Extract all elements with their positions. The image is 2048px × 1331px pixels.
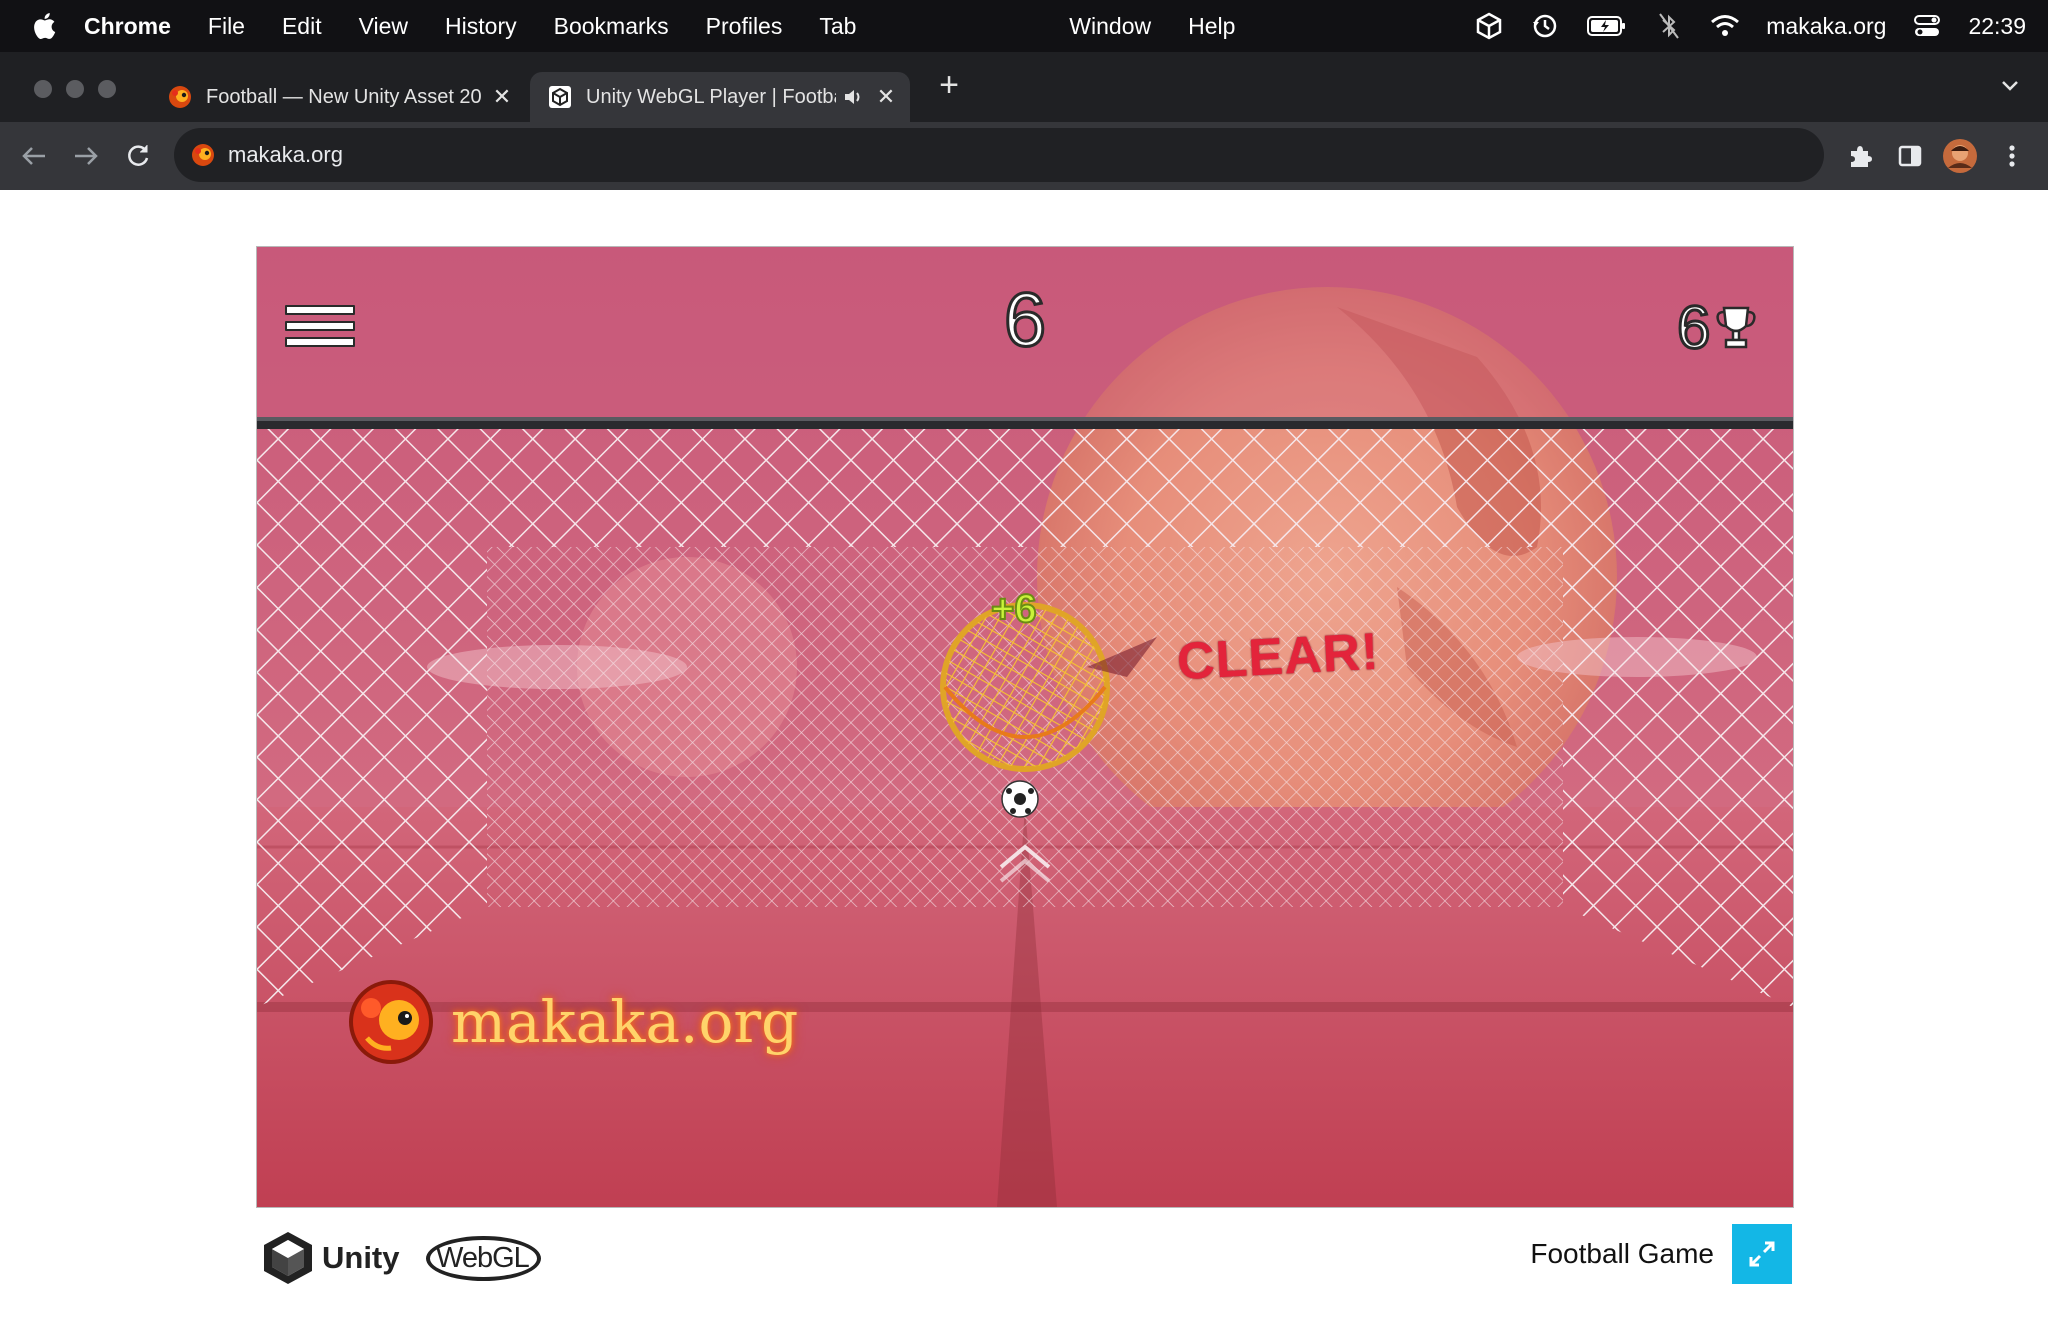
makaka-logo: makaka.org <box>347 977 798 1067</box>
status-area: makaka.org 22:39 <box>1448 11 2026 41</box>
clear-message: CLEAR! <box>1175 622 1381 692</box>
chrome-menu-kebab-icon[interactable] <box>1992 136 2032 176</box>
status-site-label[interactable]: makaka.org <box>1766 13 1886 40</box>
fullscreen-button[interactable] <box>1732 1224 1792 1284</box>
forward-arrow-icon[interactable] <box>68 138 104 174</box>
best-score-value: 6 <box>1675 294 1711 361</box>
control-center-icon[interactable] <box>1912 11 1942 41</box>
menu-window[interactable]: Window <box>1069 13 1151 40</box>
makaka-favicon-icon <box>168 85 192 109</box>
menu-profiles[interactable]: Profiles <box>706 13 783 40</box>
tab-unity-webgl-player[interactable]: Unity WebGL Player | Football ✕ <box>530 72 910 122</box>
tab-close-icon[interactable]: ✕ <box>874 84 898 109</box>
new-tab-button[interactable]: + <box>934 66 964 104</box>
reload-icon[interactable] <box>120 138 156 174</box>
tab-football-asset[interactable]: Football — New Unity Asset 2023 ✕ <box>150 72 526 122</box>
tab-audio-icon[interactable] <box>842 86 864 108</box>
tab-title: Unity WebGL Player | Football <box>586 85 836 108</box>
bluetooth-off-icon[interactable] <box>1654 11 1684 41</box>
tab-search-chevron-icon[interactable] <box>1996 74 2024 98</box>
window-close-button[interactable] <box>34 80 52 98</box>
menu-bookmarks[interactable]: Bookmarks <box>554 13 669 40</box>
macos-menu-bar: Chrome File Edit View History Bookmarks … <box>0 0 2048 52</box>
current-score: 6 <box>1002 278 1047 363</box>
menu-view[interactable]: View <box>359 13 408 40</box>
chrome-toolbar: makaka.org <box>0 122 2048 191</box>
webgl-logo: WebGL <box>426 1230 541 1286</box>
menu-history[interactable]: History <box>445 13 517 40</box>
menu-edit[interactable]: Edit <box>282 13 322 40</box>
back-arrow-icon[interactable] <box>16 138 52 174</box>
unity-favicon-icon <box>548 85 572 109</box>
profile-avatar[interactable] <box>1940 136 1980 176</box>
window-zoom-button[interactable] <box>98 80 116 98</box>
address-url[interactable]: makaka.org <box>228 142 343 168</box>
menu-hamburger-icon[interactable] <box>285 305 355 349</box>
time-machine-icon[interactable] <box>1530 11 1560 41</box>
makaka-logo-icon <box>349 980 433 1064</box>
apple-icon[interactable] <box>30 11 58 41</box>
unity-cube-icon <box>264 1232 312 1284</box>
menu-file[interactable]: File <box>208 13 245 40</box>
wifi-icon[interactable] <box>1710 11 1740 41</box>
game-title: Football Game <box>1530 1238 1714 1269</box>
address-bar[interactable]: makaka.org <box>174 128 1824 182</box>
side-panel-icon[interactable] <box>1890 136 1930 176</box>
menubar-clock[interactable]: 22:39 <box>1968 13 2026 40</box>
extensions-puzzle-icon[interactable] <box>1840 136 1880 176</box>
webgl-label: WebGL <box>426 1235 541 1281</box>
menu-tab[interactable]: Tab <box>819 13 856 40</box>
chrome-tab-strip: Football — New Unity Asset 2023 ✕ Unity … <box>0 52 2048 122</box>
menu-app-name[interactable]: Chrome <box>84 13 171 40</box>
expand-icon <box>1749 1241 1775 1267</box>
battery-icon[interactable] <box>1586 11 1628 41</box>
makaka-logo-text: makaka.org <box>451 988 799 1056</box>
tab-close-icon[interactable]: ✕ <box>490 84 514 109</box>
makaka-favicon-icon <box>190 142 216 168</box>
trophy-icon <box>1716 306 1756 349</box>
game-hud: 6 6 <box>257 247 1793 423</box>
window-minimize-button[interactable] <box>66 80 84 98</box>
menu-help[interactable]: Help <box>1188 13 1235 40</box>
unity-label: Unity <box>322 1240 400 1275</box>
unity-game-canvas[interactable]: 6 6 +6 CLEAR! makaka.org <box>256 246 1794 1208</box>
unity-logo: Unity <box>262 1230 400 1286</box>
best-score: 6 <box>1675 293 1758 363</box>
tab-title: Football — New Unity Asset 2023 <box>206 85 482 108</box>
webgl-footer: Unity WebGL Football Game <box>256 1216 1792 1286</box>
unity-status-icon[interactable] <box>1474 11 1504 41</box>
web-page: 6 6 +6 CLEAR! makaka.org Unity WebGL Foo… <box>0 190 2048 1331</box>
points-popup: +6 <box>990 586 1038 632</box>
